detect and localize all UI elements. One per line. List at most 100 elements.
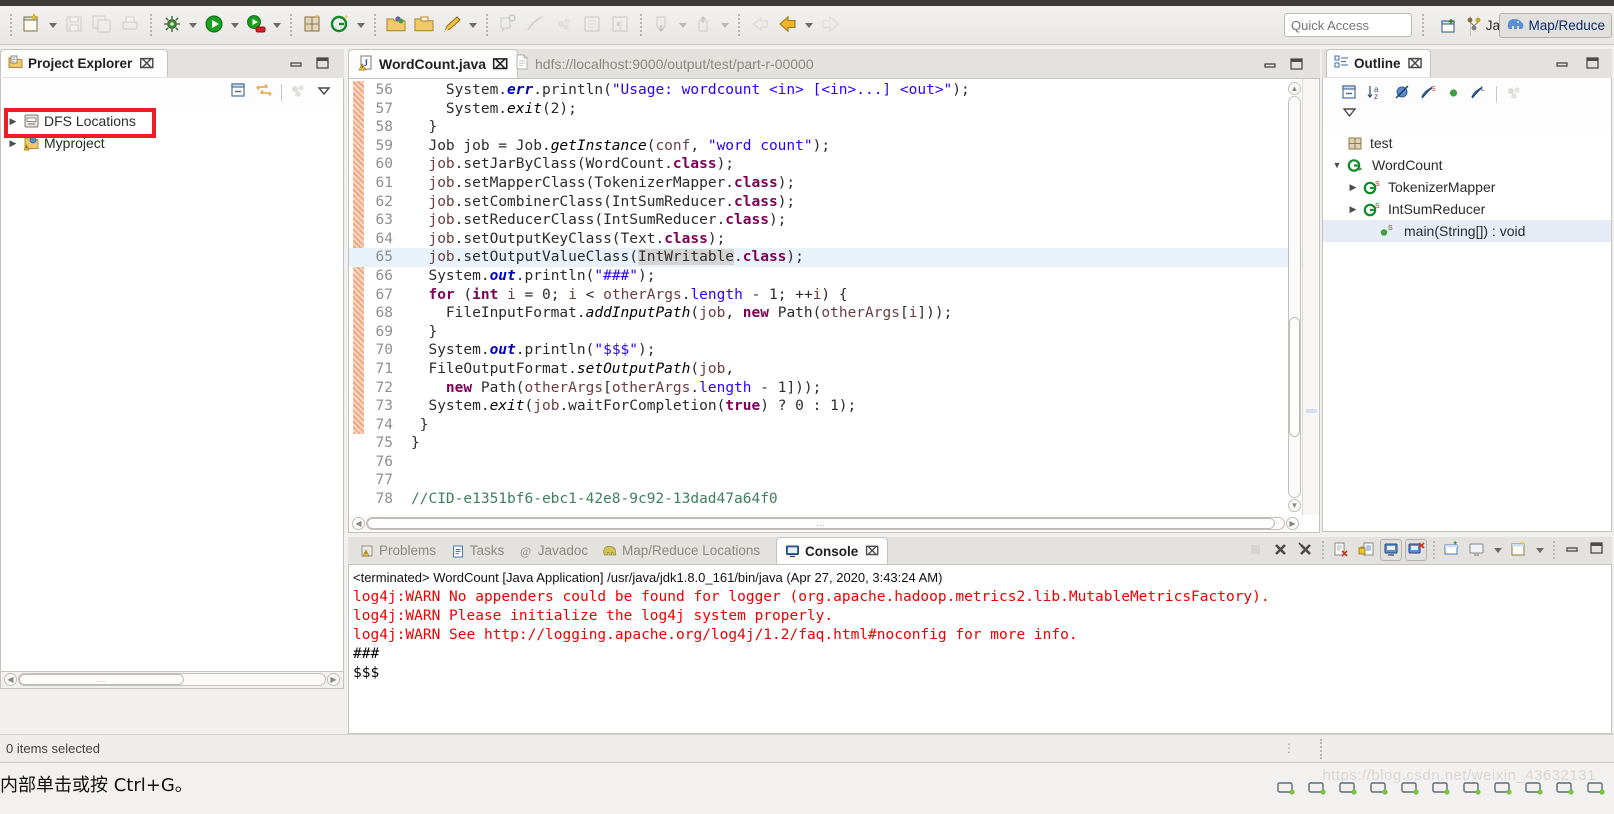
maximize-icon[interactable] xyxy=(1584,55,1600,71)
code-text[interactable]: 56 System.err.println("Usage: wordcount … xyxy=(349,79,1319,532)
close-icon[interactable]: ⌧ xyxy=(1408,56,1423,72)
code-line[interactable]: 62 job.setCombinerClass(IntSumReducer.cl… xyxy=(349,193,1319,212)
show-console-view-button-dropdown-arrow[interactable] xyxy=(1491,539,1505,561)
code-line[interactable]: 75} xyxy=(349,434,1319,453)
code-line[interactable]: 66 System.out.println("###"); xyxy=(349,267,1319,286)
cd-drive-icon[interactable] xyxy=(1338,779,1358,797)
scroll-left-arrow-icon[interactable]: ◀ xyxy=(4,673,17,686)
code-line[interactable]: 57 System.exit(2); xyxy=(349,100,1319,119)
new-wizard-button-dropdown-arrow[interactable] xyxy=(46,12,60,38)
archive-icon[interactable] xyxy=(1555,779,1575,797)
code-line[interactable]: 61 job.setMapperClass(TokenizerMapper.cl… xyxy=(349,174,1319,193)
scroll-thumb[interactable] xyxy=(1289,317,1300,437)
new-console-view-button[interactable] xyxy=(1508,539,1530,561)
hide-static-icon[interactable]: S xyxy=(1420,84,1437,104)
chevron-right-icon[interactable]: ▶ xyxy=(1347,182,1359,193)
code-line[interactable]: 64 job.setOutputKeyClass(Text.class); xyxy=(349,230,1319,249)
optical-drive-icon[interactable] xyxy=(1307,779,1327,797)
outline-item-wordcount[interactable]: ▼ WordCount xyxy=(1323,154,1611,176)
run-button[interactable] xyxy=(200,12,228,38)
code-line[interactable]: 74 } xyxy=(349,416,1319,435)
scroll-thumb[interactable]: ⋯ xyxy=(367,518,1275,530)
minimize-icon[interactable] xyxy=(1262,56,1278,72)
back-button[interactable] xyxy=(774,12,802,38)
code-editor[interactable]: 56 System.err.println("Usage: wordcount … xyxy=(348,78,1320,533)
code-line[interactable]: 72 new Path(otherArgs[otherArgs.length -… xyxy=(349,379,1319,398)
editor-tab-part-r-00000[interactable]: hdfs://localhost:9000/output/test/part-r… xyxy=(506,49,823,78)
tab-javadoc[interactable]: @ Javadoc xyxy=(511,537,596,564)
scroll-lock-button[interactable] xyxy=(1355,539,1377,561)
new-console-view-button-dropdown-arrow[interactable] xyxy=(1533,539,1547,561)
scroll-down-arrow-icon[interactable]: ▼ xyxy=(1288,499,1301,512)
editor-tab-wordcount[interactable]: J WordCount.java ⌧ xyxy=(348,49,519,78)
remove-launch-button[interactable] xyxy=(1269,539,1291,561)
display-icon[interactable] xyxy=(1586,779,1606,797)
code-line[interactable]: 56 System.err.println("Usage: wordcount … xyxy=(349,81,1319,100)
maximize-icon[interactable] xyxy=(1288,56,1304,72)
code-line[interactable]: 78 //CID-e1351bf6-ebc1-42e8-9c92-13dad47a… xyxy=(349,490,1319,509)
minimize-icon[interactable] xyxy=(288,55,304,71)
chevron-right-icon[interactable]: ▶ xyxy=(7,116,19,127)
tree-item-myproject[interactable]: ▶ Myproject xyxy=(1,132,343,154)
tab-tasks[interactable]: Tasks xyxy=(443,537,513,564)
hide-non-public-icon[interactable] xyxy=(1446,85,1461,103)
chevron-right-icon[interactable]: ▶ xyxy=(7,138,19,149)
show-console-view-button[interactable] xyxy=(1466,539,1488,561)
code-line[interactable]: 67 for (int i = 0; i < otherArgs.length … xyxy=(349,286,1319,305)
sound-icon[interactable] xyxy=(1431,779,1451,797)
outline-item-tokenizermapper[interactable]: ▶ S TokenizerMapper xyxy=(1323,176,1611,198)
previous-annotation-button-dropdown-arrow[interactable] xyxy=(718,12,732,38)
open-task-button[interactable] xyxy=(410,12,438,38)
tab-map-reduce-locations[interactable]: Map/Reduce Locations xyxy=(594,537,768,564)
back-button-dropdown-arrow[interactable] xyxy=(802,12,816,38)
run-external-tools-button-dropdown-arrow[interactable] xyxy=(270,12,284,38)
console-output[interactable]: <terminated> WordCount [Java Application… xyxy=(348,564,1612,734)
outline-item-test[interactable]: test xyxy=(1323,132,1611,154)
outline-tree[interactable]: test ▼ WordCount ▶ S TokenizerMapper ▶ S IntS… xyxy=(1322,130,1612,532)
code-line[interactable]: 65 job.setOutputValueClass(IntWritable.c… xyxy=(349,248,1319,267)
tab-console[interactable]: Console ⌧ xyxy=(776,537,889,564)
collapse-all-icon[interactable] xyxy=(1341,84,1358,104)
outline-item-main[interactable]: Smain(String[]) : void xyxy=(1323,220,1611,242)
perspective-map-reduce[interactable]: Map/Reduce xyxy=(1499,13,1612,38)
minimize-icon[interactable] xyxy=(1554,55,1570,71)
code-line[interactable]: 60 job.setJarByClass(WordCount.class); xyxy=(349,155,1319,174)
new-wizard-button[interactable] xyxy=(18,12,46,38)
code-line[interactable]: 59 Job job = Job.getInstance(conf, "word… xyxy=(349,137,1319,156)
tree-item-dfs-locations[interactable]: ▶ DFS Locations xyxy=(1,110,343,132)
code-line[interactable]: 77 xyxy=(349,471,1319,490)
editor-hscrollbar[interactable]: ◀ ⋯ ▶ xyxy=(349,515,1302,532)
pin-console-button[interactable] xyxy=(1380,539,1402,561)
editor-overview-ruler[interactable] xyxy=(1302,79,1319,515)
close-icon[interactable]: ⌧ xyxy=(139,56,154,72)
close-icon[interactable]: ⌧ xyxy=(865,544,879,558)
scroll-up-arrow-icon[interactable]: ▲ xyxy=(1288,82,1301,95)
floppy-icon[interactable] xyxy=(1493,779,1513,797)
scroll-track[interactable]: ⋯ xyxy=(18,673,326,686)
debug-button[interactable] xyxy=(158,12,186,38)
new-java-class-button-dropdown-arrow[interactable] xyxy=(354,12,368,38)
remove-all-terminated-button[interactable] xyxy=(1294,539,1316,561)
overview-marker[interactable] xyxy=(1306,409,1317,413)
code-line[interactable]: 69 } xyxy=(349,323,1319,342)
project-explorer-tab[interactable]: Project Explorer ⌧ xyxy=(0,49,168,77)
scroll-right-arrow-icon[interactable]: ▶ xyxy=(327,673,340,686)
status-resize-grip[interactable]: ⋮ xyxy=(1283,741,1297,755)
hide-fields-icon[interactable] xyxy=(1394,84,1411,104)
code-line[interactable]: 58 } xyxy=(349,118,1319,137)
focus-task-icon[interactable] xyxy=(1506,85,1523,104)
view-menu-icon[interactable] xyxy=(315,84,333,101)
hard-disk-icon[interactable] xyxy=(1276,779,1296,797)
run-button-dropdown-arrow[interactable] xyxy=(228,12,242,38)
search-button-dropdown-arrow[interactable] xyxy=(466,12,480,38)
code-line[interactable]: 76 xyxy=(349,453,1319,472)
code-line[interactable]: 68 FileInputFormat.addInputPath(job, new… xyxy=(349,304,1319,323)
view-menu-icon[interactable] xyxy=(1341,106,1611,123)
tab-problems[interactable]: Problems xyxy=(352,537,444,564)
display-selected-console-button[interactable] xyxy=(1405,539,1427,561)
project-explorer-hscrollbar[interactable]: ◀ ⋯ ▶ xyxy=(0,672,344,689)
clear-console-button[interactable] xyxy=(1330,539,1352,561)
outline-item-intsumreducer[interactable]: ▶ S IntSumReducer xyxy=(1323,198,1611,220)
code-line[interactable]: 70 System.out.println("$$$"); xyxy=(349,341,1319,360)
open-console-button[interactable] xyxy=(1441,539,1463,561)
